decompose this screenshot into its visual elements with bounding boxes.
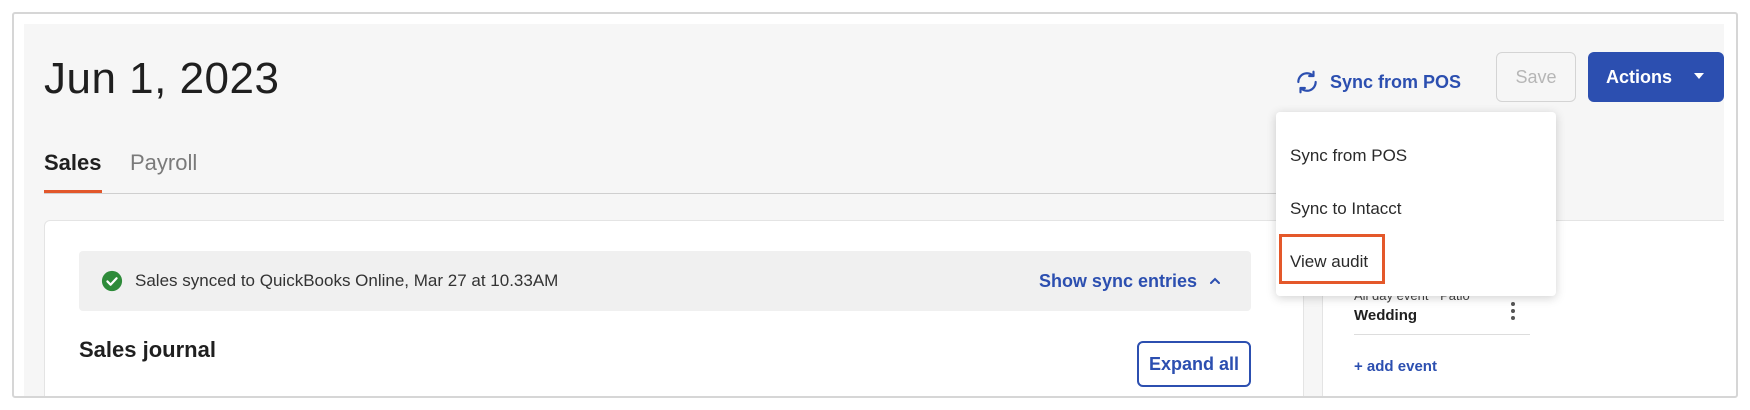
tab-sales[interactable]: Sales <box>44 150 102 193</box>
save-button[interactable]: Save <box>1496 52 1576 102</box>
tab-bar: Sales Payroll <box>44 134 1304 194</box>
menu-item-sync-to-intacct[interactable]: Sync to Intacct <box>1290 199 1402 219</box>
chevron-up-icon <box>1210 277 1220 284</box>
event-divider <box>1354 334 1530 335</box>
event-name[interactable]: Wedding <box>1354 307 1417 324</box>
view-audit-highlight-box <box>1279 234 1385 284</box>
actions-label: Actions <box>1606 66 1673 87</box>
expand-all-button[interactable]: Expand all <box>1137 341 1251 387</box>
show-sync-entries-label: Show sync entries <box>1038 270 1197 291</box>
kebab-menu-icon[interactable] <box>1508 302 1518 324</box>
actions-button[interactable]: Actions <box>1588 52 1724 102</box>
tab-payroll[interactable]: Payroll <box>130 150 197 190</box>
sync-status-banner: Sales synced to QuickBooks Online, Mar 2… <box>79 251 1251 311</box>
sales-card: Sales synced to QuickBooks Online, Mar 2… <box>44 220 1304 396</box>
sync-status-message: Sales synced to QuickBooks Online, Mar 2… <box>135 271 559 290</box>
page-title: Jun 1, 2023 <box>44 54 280 103</box>
sync-from-pos-link[interactable]: Sync from POS <box>1294 64 1461 100</box>
sync-from-pos-label: Sync from POS <box>1330 71 1462 92</box>
add-event-link[interactable]: + add event <box>1354 358 1437 375</box>
screenshot-frame: Jun 1, 2023 Sync from POS Save Actions S… <box>12 12 1738 398</box>
caret-down-icon <box>1694 73 1704 79</box>
sync-icon <box>1297 70 1317 94</box>
check-circle-icon <box>101 270 123 292</box>
sales-journal-title: Sales journal <box>79 337 216 362</box>
menu-item-sync-from-pos[interactable]: Sync from POS <box>1290 146 1407 166</box>
show-sync-entries-toggle[interactable]: Show sync entries <box>1039 251 1221 311</box>
day-detail-page: Jun 1, 2023 Sync from POS Save Actions S… <box>24 24 1724 396</box>
